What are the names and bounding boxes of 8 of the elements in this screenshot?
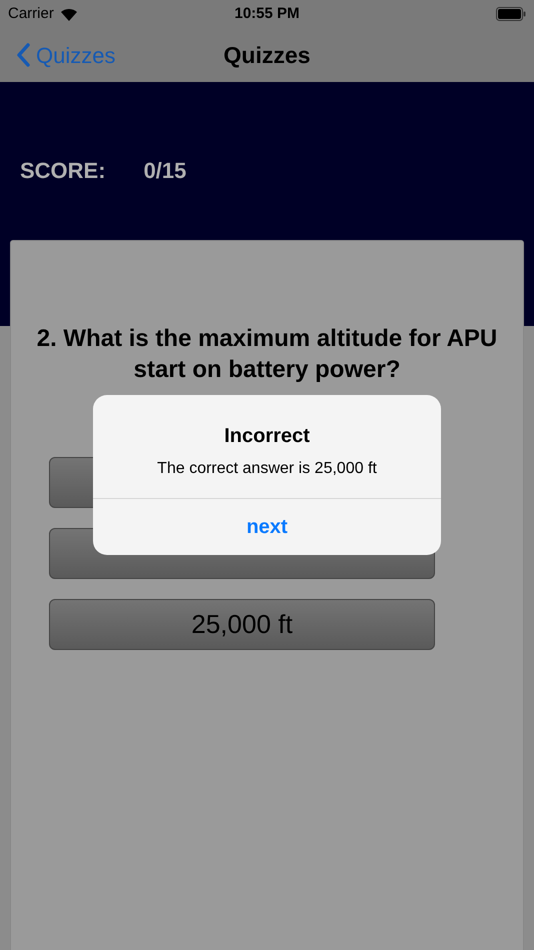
carrier-label: Carrier (8, 4, 54, 24)
score-value: 0/15 (144, 157, 186, 185)
alert-message: The correct answer is 25,000 ft (157, 459, 377, 479)
nav-title: Quizzes (224, 40, 310, 70)
alert-title: Incorrect (224, 424, 310, 449)
score-label: SCORE: (20, 157, 106, 185)
question-text: 2. What is the maximum altitude for APU start on battery power? (36, 324, 498, 385)
clock-time: 10:55 PM (234, 4, 300, 24)
